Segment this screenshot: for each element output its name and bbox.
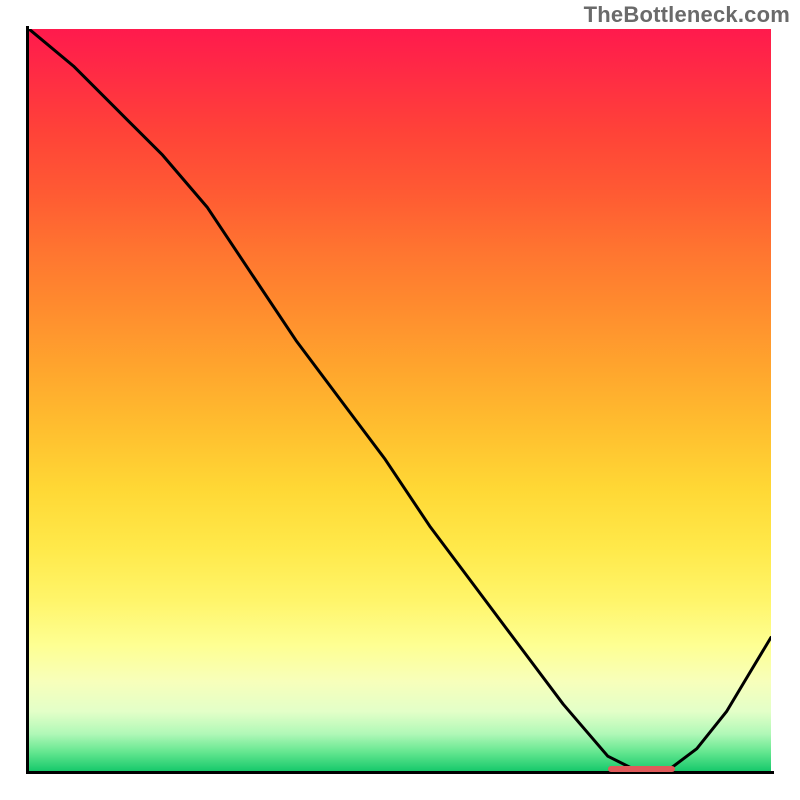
watermark-text: TheBottleneck.com [584, 2, 790, 28]
optimal-range-marker [608, 766, 675, 772]
curve-layer [29, 29, 771, 771]
chart-stage: TheBottleneck.com [0, 0, 800, 800]
bottleneck-curve-path [29, 29, 771, 771]
